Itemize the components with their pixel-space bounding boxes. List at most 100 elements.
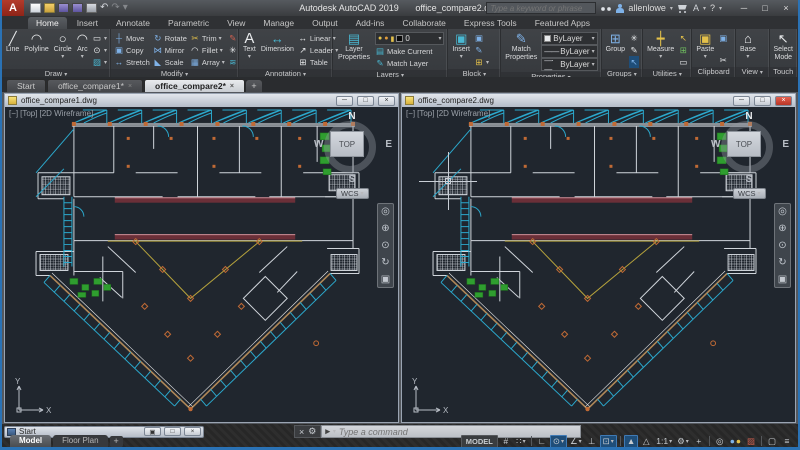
view-panel-label[interactable]: View ▾ <box>736 67 769 77</box>
account-dropdown-icon[interactable]: ▾ <box>670 5 673 12</box>
polyline-button[interactable]: ◠Polyline <box>23 31 50 69</box>
tab-output[interactable]: Output <box>304 17 346 29</box>
erase-button[interactable]: ✎ <box>228 32 238 44</box>
annotation-autoscale-toggle[interactable]: △ <box>639 435 653 448</box>
select-mode-button[interactable]: ↖Select Mode <box>773 31 794 67</box>
insert-button[interactable]: ▣Insert▾ <box>451 31 471 69</box>
quick-select-button[interactable]: ↖ <box>678 32 688 44</box>
model-space-canvas-1[interactable]: [−] [Top] [2D Wireframe] N E S W TOP WCS… <box>5 107 398 422</box>
object-snap-tracking-toggle[interactable]: ⊥ <box>585 435 599 448</box>
arc-button[interactable]: ◠Arc▾ <box>76 31 89 69</box>
zoom-icon[interactable]: ⊙ <box>381 240 389 251</box>
model-space-canvas-2[interactable]: [−] [Top] [2D Wireframe] N E S W TOP WCS… <box>402 107 795 422</box>
view-control[interactable]: [Top] <box>417 109 434 118</box>
application-menu-button[interactable]: A <box>2 0 24 16</box>
copy-button[interactable]: ▣Copy <box>114 44 150 56</box>
orbit-icon[interactable]: ↻ <box>778 257 786 268</box>
tab-annotate[interactable]: Annotate <box>108 17 158 29</box>
showmotion-icon[interactable]: ▣ <box>778 274 787 285</box>
window1-close-button[interactable]: × <box>378 96 395 106</box>
undo-icon[interactable]: ↶ <box>100 3 108 13</box>
showmotion-icon[interactable]: ▣ <box>381 274 390 285</box>
quick-calc-button[interactable]: ⊞ <box>678 44 688 56</box>
app-store-cart-icon[interactable] <box>677 4 689 13</box>
group-selection-toggle[interactable]: ↖ <box>629 56 639 68</box>
viewcube-top-face[interactable]: TOP <box>727 131 761 157</box>
save-icon[interactable] <box>58 3 69 13</box>
dimension-button[interactable]: ↔Dimension <box>260 31 295 69</box>
utilities-panel-label[interactable]: Utilities ▾ <box>643 69 691 77</box>
match-properties-button[interactable]: ✎Match Properties <box>504 31 538 72</box>
recent-commands-icon[interactable]: ▾ <box>333 428 336 435</box>
id-point-button[interactable]: ▭ <box>678 56 688 68</box>
rotate-button[interactable]: ↻Rotate <box>153 32 187 44</box>
viewcube-wcs-menu[interactable]: WCS▾ <box>336 188 369 199</box>
ungroup-button[interactable]: ✳ <box>629 32 639 44</box>
trim-button[interactable]: ✂Trim▾ <box>190 32 225 44</box>
scale-button[interactable]: ◣Scale <box>153 56 187 68</box>
group-edit-button[interactable]: ✎ <box>629 44 639 56</box>
copy-clip-button[interactable]: ▣ <box>718 32 728 44</box>
window2-close-button[interactable]: × <box>775 96 792 106</box>
new-drawing-icon[interactable] <box>30 3 41 13</box>
annotation-scale-button[interactable]: 1:1▾ <box>654 435 674 448</box>
new-layout-button[interactable]: + <box>110 436 123 447</box>
window1-minimize-button[interactable]: ─ <box>336 96 353 106</box>
tab-insert[interactable]: Insert <box>69 17 106 29</box>
model-space-toggle[interactable]: MODEL <box>461 435 498 448</box>
clean-screen-button[interactable]: ▢ <box>765 435 779 448</box>
fillet-button[interactable]: ◠Fillet▾ <box>190 44 225 56</box>
save-as-icon[interactable] <box>72 3 83 13</box>
mirror-button[interactable]: ⋈Mirror <box>153 44 187 56</box>
tab-home[interactable]: Home <box>28 17 67 29</box>
linetype-dropdown[interactable]: —·—ByLayer▾ <box>541 58 597 71</box>
customization-button[interactable]: + <box>692 435 706 448</box>
tab-manage[interactable]: Manage <box>255 17 302 29</box>
viewcube-north[interactable]: N <box>745 111 752 122</box>
viewcube-top-face[interactable]: TOP <box>330 131 364 157</box>
edit-block-button[interactable]: ✎ <box>474 44 489 56</box>
tab-featured-apps[interactable]: Featured Apps <box>527 17 598 29</box>
performance-monitor-button[interactable]: ▨ <box>744 435 758 448</box>
help-icon[interactable]: ? <box>710 3 715 13</box>
draw-panel-label[interactable]: Draw ▾ <box>2 69 110 77</box>
base-button[interactable]: ⌂Base▾ <box>739 31 757 67</box>
tab-addins[interactable]: Add-ins <box>348 17 393 29</box>
isolate-objects-button[interactable]: ◎ <box>713 435 727 448</box>
circle-button[interactable]: ○Circle▾ <box>53 31 73 69</box>
qat-dropdown-icon[interactable]: ▾ <box>123 3 128 13</box>
line-button[interactable]: ╱Line <box>5 31 20 69</box>
snap-mode-toggle[interactable]: ∷▾ <box>514 435 528 448</box>
layer-dropdown[interactable]: ● ● ▮ 0 ▾ <box>375 32 444 45</box>
signed-in-username[interactable]: allenlowe <box>628 3 666 13</box>
navigation-wheel-icon[interactable]: ◎ <box>778 206 787 217</box>
viewcube[interactable]: N E S W TOP WCS▾ <box>713 113 785 191</box>
groups-panel-label[interactable]: Groups ▾ <box>602 69 642 77</box>
viewcube[interactable]: N E S W TOP WCS▾ <box>316 113 388 191</box>
view-control[interactable]: [Top] <box>20 109 37 118</box>
move-button[interactable]: ┼Move <box>114 32 150 44</box>
maximize-button[interactable]: □ <box>755 2 775 15</box>
viewcube-north[interactable]: N <box>348 111 355 122</box>
window2-minimize-button[interactable]: ─ <box>733 96 750 106</box>
explode-button[interactable]: ✳ <box>228 44 238 56</box>
status-bar-menu-button[interactable]: ≡ <box>780 435 794 448</box>
drawing-window-2-titlebar[interactable]: office_compare2.dwg ─ □ × <box>402 94 795 107</box>
close-tab-icon[interactable]: × <box>128 83 132 90</box>
isodraft-toggle[interactable]: ∠▾ <box>568 435 584 448</box>
zoom-icon[interactable]: ⊙ <box>778 240 786 251</box>
create-block-button[interactable]: ▣ <box>474 32 489 44</box>
measure-button[interactable]: ┿Measure▾ <box>646 31 675 69</box>
visual-style-control[interactable]: [2D Wireframe] <box>39 109 93 118</box>
help-search-input[interactable] <box>486 2 596 14</box>
minimize-button[interactable]: ─ <box>734 2 754 15</box>
visual-style-control[interactable]: [2D Wireframe] <box>436 109 490 118</box>
modify-panel-label[interactable]: Modify ▾ <box>111 69 238 77</box>
viewcube-east[interactable]: E <box>385 139 392 150</box>
pan-icon[interactable]: ⊕ <box>381 223 389 234</box>
block-panel-label[interactable]: Block ▾ <box>448 69 500 77</box>
grid-display-toggle[interactable]: # <box>499 435 513 448</box>
hatch-button[interactable]: ▨▾ <box>92 56 107 68</box>
window2-restore-button[interactable]: □ <box>754 96 771 106</box>
viewport-menu-control[interactable]: [−] <box>406 109 415 118</box>
